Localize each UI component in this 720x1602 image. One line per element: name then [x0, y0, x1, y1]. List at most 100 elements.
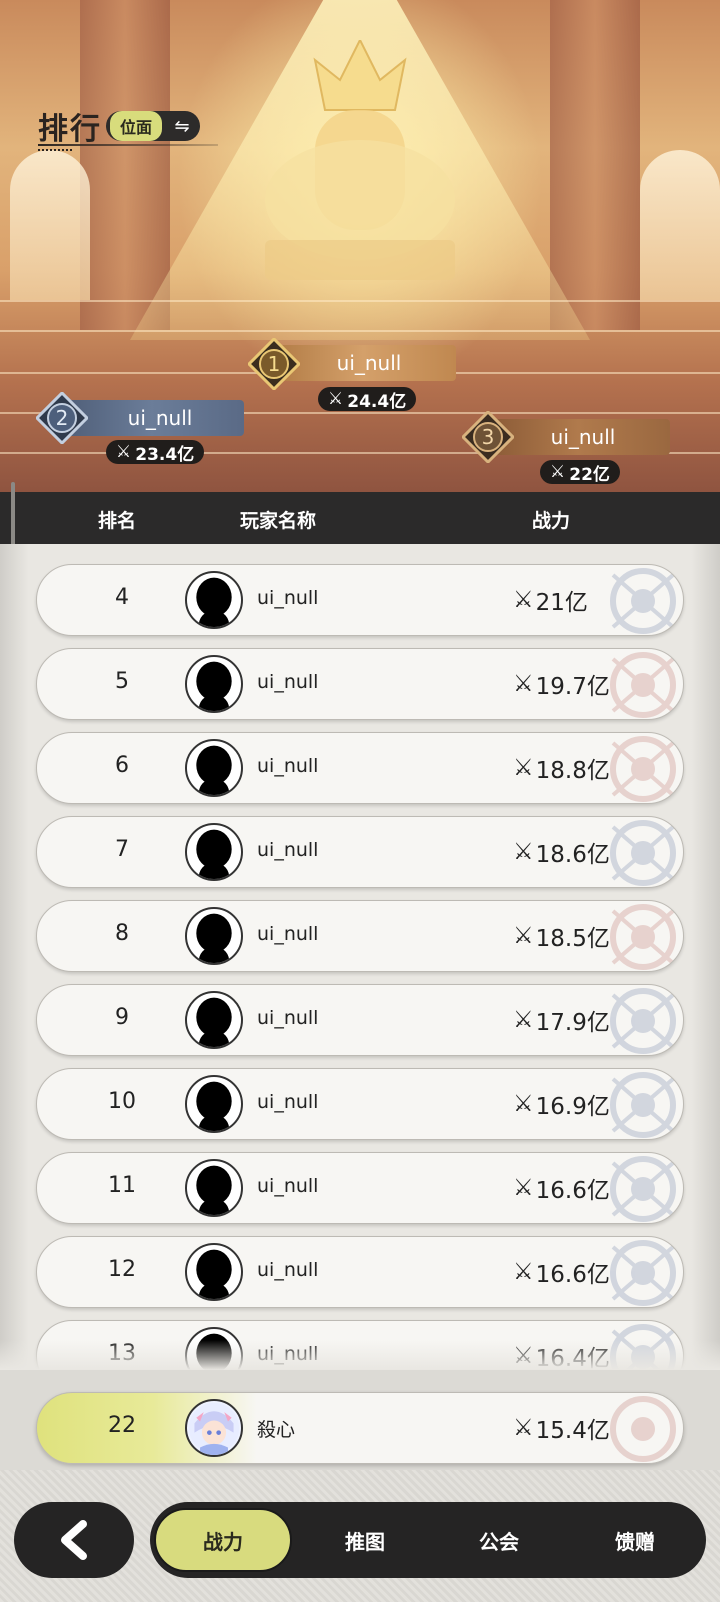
rank-3-medal-icon: 3	[462, 411, 514, 463]
pillar-left	[80, 0, 170, 330]
my-player-name: 殺心	[257, 1419, 296, 1441]
ranking-row[interactable]: 5 ui_null ⚔ 19.7亿	[36, 648, 684, 720]
player-portrait-icon	[188, 1402, 240, 1455]
podium-power-value: 23.4亿	[135, 444, 195, 465]
player-avatar[interactable]	[185, 823, 243, 881]
title-dots	[38, 149, 72, 152]
list-fade	[0, 1340, 720, 1370]
rank-number: 12	[108, 1257, 136, 1282]
crossed-swords-icon: ⚔	[513, 755, 534, 781]
player-avatar[interactable]	[185, 571, 243, 629]
ranking-row[interactable]: 6 ui_null ⚔ 18.8亿	[36, 732, 684, 804]
window-left	[10, 150, 90, 300]
tab-gift[interactable]: 馈赠	[568, 1502, 702, 1578]
crossed-swords-icon: ⚔	[550, 462, 566, 482]
svg-text:1: 1	[268, 352, 281, 376]
ranking-row[interactable]: 12 ui_null ⚔ 16.6亿	[36, 1236, 684, 1308]
default-silhouette-icon	[196, 829, 232, 879]
podium-power-badge: ⚔ 24.4亿	[318, 387, 417, 412]
window-right	[640, 150, 720, 300]
rank-number: 11	[108, 1173, 136, 1198]
crossed-swords-icon: ⚔	[513, 1259, 534, 1285]
podium-power-value: 24.4亿	[347, 391, 407, 412]
power-value: 17.9亿	[535, 1010, 610, 1036]
player-power: ⚔ 16.6亿	[513, 1255, 610, 1289]
player-avatar[interactable]	[185, 991, 243, 1049]
back-arrow-icon	[61, 1520, 87, 1560]
power-value: 19.7亿	[535, 674, 610, 700]
podium-power-value: 22亿	[569, 464, 610, 485]
my-avatar[interactable]	[185, 1399, 243, 1457]
power-value: 16.6亿	[535, 1178, 610, 1204]
crossed-swords-icon: ⚔	[513, 587, 534, 613]
pillar-right	[550, 0, 640, 330]
player-name: ui_null	[257, 839, 319, 861]
player-name: ui_null	[257, 671, 319, 693]
player-avatar[interactable]	[185, 1243, 243, 1301]
ranking-row[interactable]: 11 ui_null ⚔ 16.6亿	[36, 1152, 684, 1224]
crossed-swords-icon: ⚔	[513, 839, 534, 865]
ranking-row[interactable]: 9 ui_null ⚔ 17.9亿	[36, 984, 684, 1056]
player-power: ⚔ 18.8亿	[513, 751, 610, 785]
header-power: 战力	[532, 510, 571, 532]
power-value: 21亿	[535, 590, 588, 616]
crossed-swords-icon: ⚔	[328, 389, 344, 409]
crossed-swords-icon: ⚔	[116, 442, 132, 462]
tab-power[interactable]: 战力	[154, 1508, 292, 1572]
rank-number: 5	[115, 669, 129, 694]
power-value: 18.6亿	[535, 842, 610, 868]
ranking-row[interactable]: 8 ui_null ⚔ 18.5亿	[36, 900, 684, 972]
player-power: ⚔ 18.6亿	[513, 835, 610, 869]
tab-stage-push[interactable]: 推图	[300, 1502, 430, 1578]
player-power: ⚔ 18.5亿	[513, 919, 610, 953]
ranking-table-header: 排名 玩家名称 战力	[0, 492, 720, 544]
ranking-row[interactable]: 7 ui_null ⚔ 18.6亿	[36, 816, 684, 888]
podium-power-badge: ⚔ 23.4亿	[106, 440, 205, 465]
mode-label: 位面	[110, 111, 163, 141]
power-value: 18.8亿	[535, 758, 610, 784]
player-avatar[interactable]	[185, 1159, 243, 1217]
my-rank-row[interactable]: 22 殺心 ⚔ 15.4亿	[36, 1392, 684, 1464]
title-underline	[38, 144, 218, 146]
player-name: ui_null	[257, 587, 319, 609]
crossed-swords-icon: ⚔	[513, 1175, 534, 1201]
swap-icon: ⇋	[174, 115, 190, 137]
ranking-row[interactable]: 10 ui_null ⚔ 16.9亿	[36, 1068, 684, 1140]
rank-number: 9	[115, 1005, 129, 1030]
crossed-swords-icon: ⚔	[513, 671, 534, 697]
player-avatar[interactable]	[185, 907, 243, 965]
default-silhouette-icon	[196, 661, 232, 711]
power-value: 16.6亿	[535, 1262, 610, 1288]
player-power: ⚔ 16.6亿	[513, 1171, 610, 1205]
ranking-row[interactable]: 4 ui_null ⚔ 21亿	[36, 564, 684, 636]
rank-1-medal-icon: 1	[248, 338, 300, 390]
ranking-list[interactable]: 4 ui_null ⚔ 21亿 5 ui_null ⚔ 19.7亿 6 ui_n…	[0, 544, 720, 1370]
player-avatar[interactable]	[185, 739, 243, 797]
back-button[interactable]	[14, 1502, 134, 1578]
my-rank-number: 22	[108, 1413, 136, 1438]
row-ornament	[610, 568, 676, 634]
player-avatar[interactable]	[185, 1075, 243, 1133]
player-name: ui_null	[257, 1007, 319, 1029]
header-player-name: 玩家名称	[240, 510, 317, 532]
header-rank: 排名	[98, 510, 137, 532]
throne-illustration	[265, 40, 455, 280]
player-name: ui_null	[257, 923, 319, 945]
mode-switch-button[interactable]: 位面 ⇋	[106, 111, 201, 141]
player-name: ui_null	[257, 1091, 319, 1113]
power-value: 16.9亿	[535, 1094, 610, 1120]
player-power: ⚔ 16.9亿	[513, 1087, 610, 1121]
power-value: 18.5亿	[535, 926, 610, 952]
player-avatar[interactable]	[185, 655, 243, 713]
default-silhouette-icon	[196, 1165, 232, 1215]
page-title: 排行	[38, 112, 102, 147]
my-power: ⚔ 15.4亿	[513, 1411, 610, 1445]
rank-number: 8	[115, 921, 129, 946]
rank-number: 7	[115, 837, 129, 862]
tab-guild[interactable]: 公会	[434, 1502, 564, 1578]
player-power: ⚔ 19.7亿	[513, 667, 610, 701]
player-name: ui_null	[257, 1259, 319, 1281]
default-silhouette-icon	[196, 997, 232, 1047]
rank-number: 10	[108, 1089, 136, 1114]
player-power: ⚔ 17.9亿	[513, 1003, 610, 1037]
